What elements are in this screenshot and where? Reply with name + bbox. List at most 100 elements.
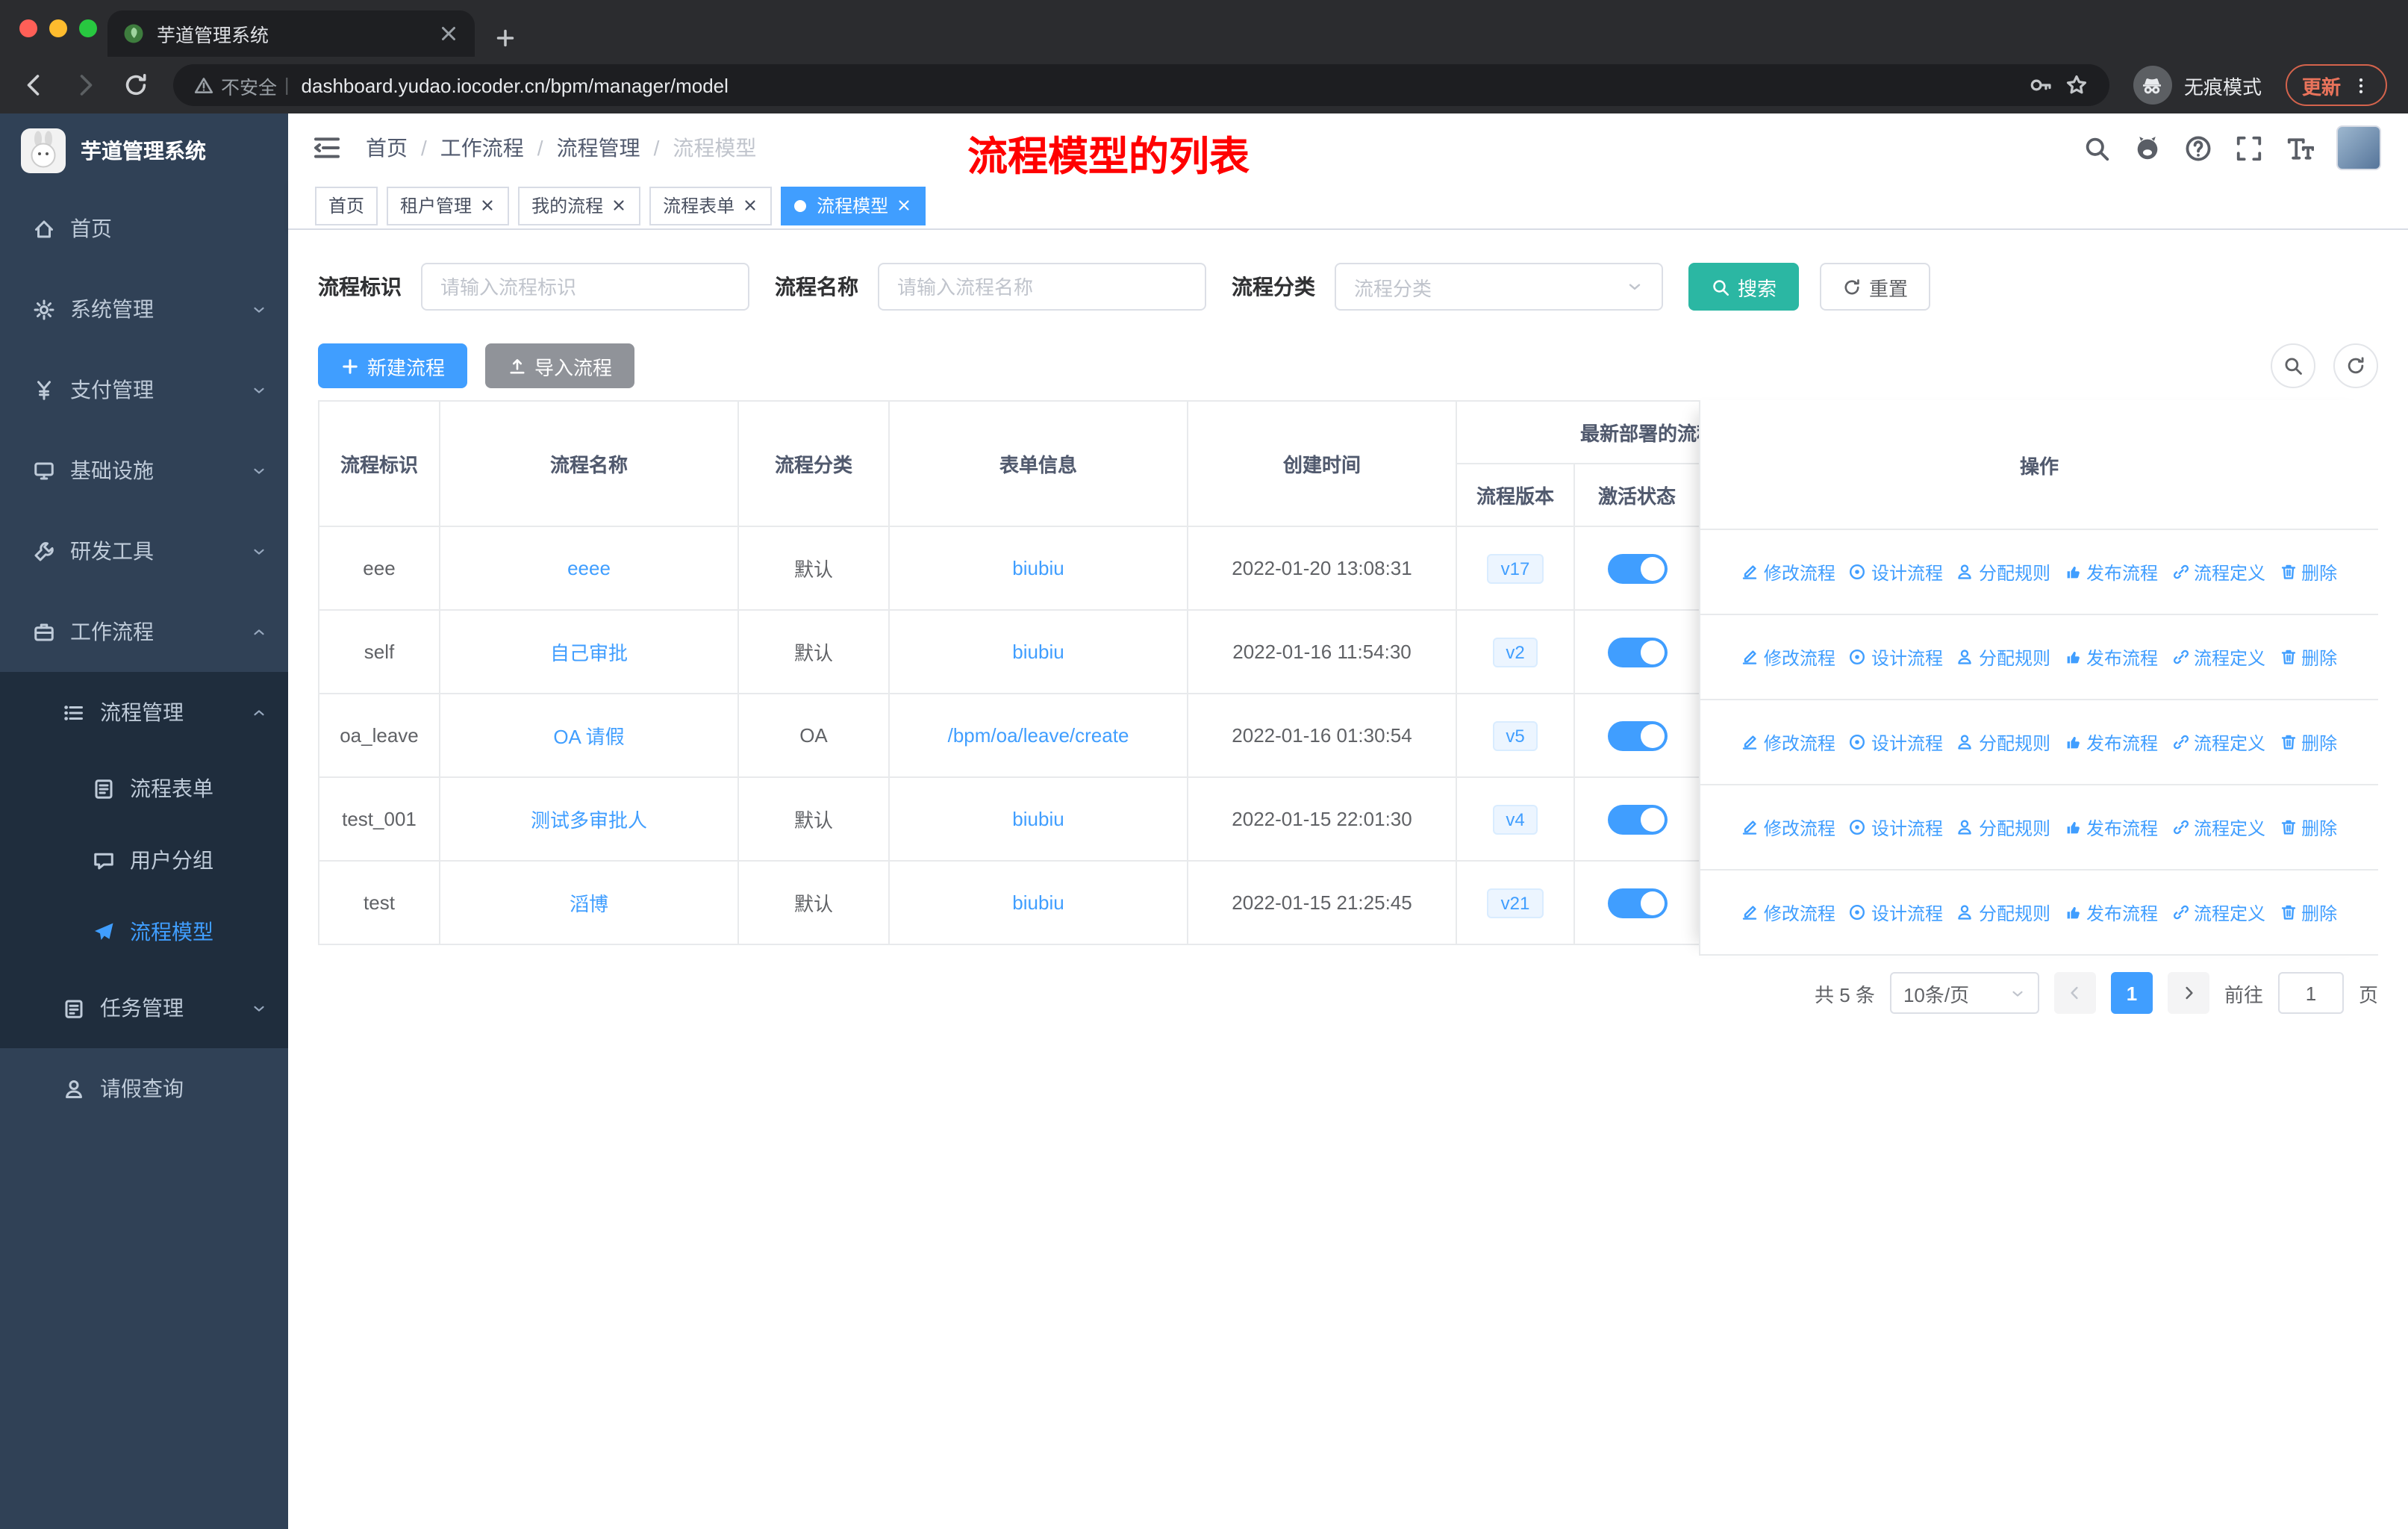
- update-chrome-button[interactable]: 更新: [2285, 64, 2387, 106]
- publish-flow-link[interactable]: 发布流程: [2064, 815, 2158, 840]
- user-avatar[interactable]: [2336, 125, 2381, 170]
- flow-definition-link[interactable]: 流程定义: [2171, 815, 2265, 840]
- delete-link[interactable]: 删除: [2279, 644, 2337, 670]
- zoom-window-button[interactable]: [79, 19, 97, 37]
- status-toggle[interactable]: [1607, 888, 1667, 918]
- close-icon[interactable]: [479, 197, 496, 214]
- sidebar-item[interactable]: 系统管理: [0, 269, 288, 349]
- back-icon[interactable]: [21, 72, 48, 99]
- flow-name-link[interactable]: OA 请假: [553, 726, 624, 748]
- flow-name-link[interactable]: 滔博: [570, 893, 608, 915]
- toggle-search-button[interactable]: [2271, 343, 2315, 388]
- search-button[interactable]: 搜索: [1688, 263, 1800, 311]
- bookmark-star-icon[interactable]: [2065, 73, 2089, 97]
- key-icon[interactable]: [2029, 73, 2053, 97]
- page-size-select[interactable]: 10条/页: [1889, 972, 2039, 1014]
- sidebar-item[interactable]: 基础设施: [0, 430, 288, 511]
- flow-definition-link[interactable]: 流程定义: [2171, 644, 2265, 670]
- close-icon[interactable]: [896, 197, 912, 214]
- form-info-link[interactable]: biubiu: [1012, 891, 1064, 914]
- filter-name-field[interactable]: [878, 263, 1206, 311]
- delete-link[interactable]: 删除: [2279, 729, 2337, 755]
- form-info-link[interactable]: /bpm/oa/leave/create: [948, 724, 1129, 747]
- refresh-table-button[interactable]: [2333, 343, 2378, 388]
- more-menu-icon[interactable]: [2351, 75, 2371, 95]
- category-select[interactable]: 流程分类: [1335, 263, 1663, 311]
- publish-flow-link[interactable]: 发布流程: [2064, 644, 2158, 670]
- publish-flow-link[interactable]: 发布流程: [2064, 559, 2158, 585]
- breadcrumb-item[interactable]: 首页: [366, 133, 408, 163]
- browser-tab[interactable]: 芋道管理系统: [107, 10, 475, 57]
- github-icon[interactable]: [2133, 134, 2162, 162]
- header-search-icon[interactable]: [2083, 134, 2111, 162]
- tags-view-tab[interactable]: 首页: [315, 186, 378, 225]
- address-bar[interactable]: 不安全 | dashboard.yudao.iocoder.cn/bpm/man…: [173, 64, 2109, 106]
- sidebar-item[interactable]: 任务管理: [0, 968, 288, 1048]
- design-flow-link[interactable]: 设计流程: [1849, 729, 1943, 755]
- help-icon[interactable]: [2184, 134, 2212, 162]
- breadcrumb-item[interactable]: 流程管理: [557, 133, 640, 163]
- flow-key-input[interactable]: [440, 275, 730, 298]
- design-flow-link[interactable]: 设计流程: [1849, 900, 1943, 925]
- forward-icon[interactable]: [72, 72, 99, 99]
- goto-page-input[interactable]: [2277, 972, 2344, 1014]
- flow-name-input[interactable]: [897, 275, 1187, 298]
- close-window-button[interactable]: [19, 19, 37, 37]
- status-toggle[interactable]: [1607, 553, 1667, 583]
- sidebar-item[interactable]: 用户分组: [0, 824, 288, 896]
- tags-view-tab[interactable]: 我的流程: [518, 186, 641, 225]
- flow-name-link[interactable]: eeee: [567, 557, 611, 579]
- font-size-icon[interactable]: [2286, 134, 2314, 162]
- status-toggle[interactable]: [1607, 804, 1667, 834]
- design-flow-link[interactable]: 设计流程: [1849, 644, 1943, 670]
- modify-flow-link[interactable]: 修改流程: [1741, 559, 1835, 585]
- page-number-1[interactable]: 1: [2110, 972, 2153, 1014]
- modify-flow-link[interactable]: 修改流程: [1741, 815, 1835, 840]
- sidebar-item[interactable]: 首页: [0, 188, 288, 269]
- tags-view-tab[interactable]: 租户管理: [387, 186, 510, 225]
- delete-link[interactable]: 删除: [2279, 900, 2337, 925]
- flow-definition-link[interactable]: 流程定义: [2171, 729, 2265, 755]
- tags-view-tab[interactable]: 流程模型: [781, 186, 926, 225]
- tab-close-icon[interactable]: [437, 22, 460, 45]
- sidebar-item[interactable]: 流程表单: [0, 753, 288, 824]
- assign-rule-link[interactable]: 分配规则: [1956, 729, 2050, 755]
- status-toggle[interactable]: [1607, 637, 1667, 667]
- delete-link[interactable]: 删除: [2279, 559, 2337, 585]
- import-flow-button[interactable]: 导入流程: [485, 343, 635, 388]
- design-flow-link[interactable]: 设计流程: [1849, 559, 1943, 585]
- publish-flow-link[interactable]: 发布流程: [2064, 900, 2158, 925]
- prev-page-button[interactable]: [2053, 972, 2096, 1014]
- publish-flow-link[interactable]: 发布流程: [2064, 729, 2158, 755]
- assign-rule-link[interactable]: 分配规则: [1956, 644, 2050, 670]
- sidebar-item[interactable]: 请假查询: [0, 1048, 288, 1129]
- assign-rule-link[interactable]: 分配规则: [1956, 815, 2050, 840]
- assign-rule-link[interactable]: 分配规则: [1956, 900, 2050, 925]
- sidebar-item[interactable]: 工作流程: [0, 591, 288, 672]
- create-flow-button[interactable]: 新建流程: [318, 343, 468, 388]
- close-icon[interactable]: [742, 197, 758, 214]
- flow-name-link[interactable]: 自己审批: [550, 642, 628, 664]
- modify-flow-link[interactable]: 修改流程: [1741, 729, 1835, 755]
- sidebar-item[interactable]: 流程管理: [0, 672, 288, 753]
- form-info-link[interactable]: biubiu: [1012, 808, 1064, 830]
- sidebar-item[interactable]: 流程模型: [0, 896, 288, 968]
- form-info-link[interactable]: biubiu: [1012, 557, 1064, 579]
- tags-view-tab[interactable]: 流程表单: [649, 186, 773, 225]
- assign-rule-link[interactable]: 分配规则: [1956, 559, 2050, 585]
- next-page-button[interactable]: [2167, 972, 2209, 1014]
- flow-definition-link[interactable]: 流程定义: [2171, 559, 2265, 585]
- reset-button[interactable]: 重置: [1820, 263, 1931, 311]
- security-chip[interactable]: 不安全 |: [194, 71, 290, 99]
- delete-link[interactable]: 删除: [2279, 815, 2337, 840]
- filter-key-field[interactable]: [421, 263, 749, 311]
- reload-icon[interactable]: [122, 72, 149, 99]
- new-tab-button[interactable]: [484, 18, 525, 57]
- flow-definition-link[interactable]: 流程定义: [2171, 900, 2265, 925]
- form-info-link[interactable]: biubiu: [1012, 641, 1064, 663]
- sidebar-fold-icon[interactable]: [312, 133, 342, 163]
- minimize-window-button[interactable]: [49, 19, 67, 37]
- close-icon[interactable]: [611, 197, 627, 214]
- sidebar-item[interactable]: 支付管理: [0, 349, 288, 430]
- breadcrumb-item[interactable]: 工作流程: [440, 133, 524, 163]
